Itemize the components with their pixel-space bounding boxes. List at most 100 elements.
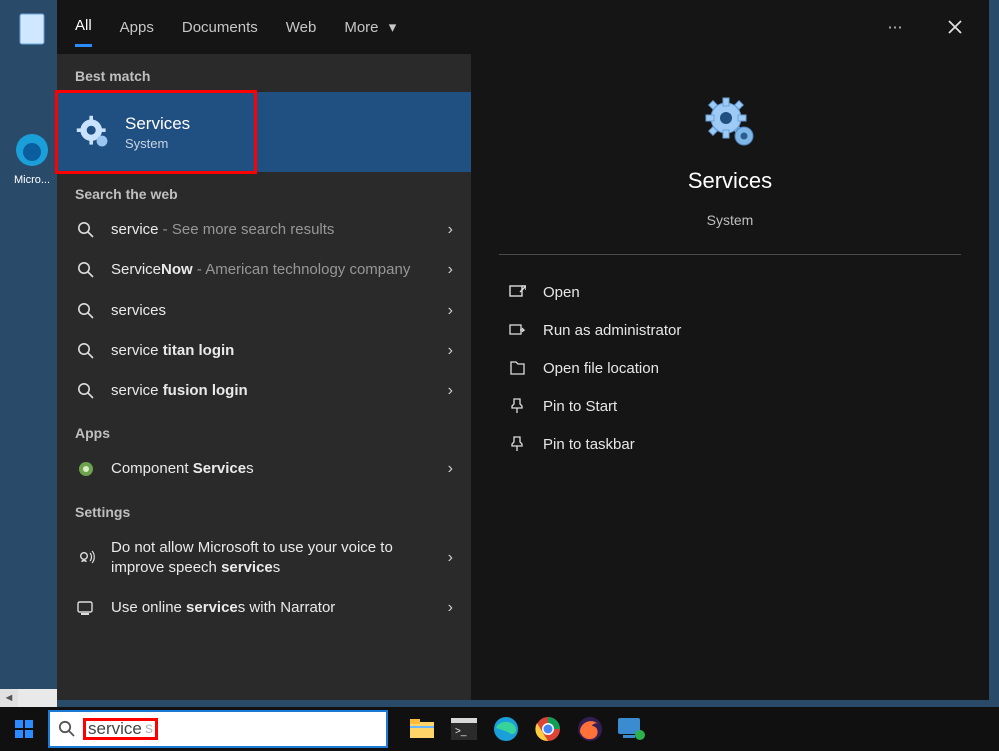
pin-icon xyxy=(507,397,527,415)
file-explorer-icon xyxy=(409,718,435,740)
search-icon xyxy=(75,302,97,320)
ellipsis-icon: ⋯ xyxy=(888,18,903,36)
search-tabs: All Apps Documents Web More ▾ ⋯ xyxy=(57,0,989,54)
search-icon xyxy=(75,221,97,239)
desktop-item-recycle-bin[interactable] xyxy=(8,8,56,52)
web-result-services[interactable]: services › xyxy=(57,291,471,331)
action-label: Pin to taskbar xyxy=(543,436,635,453)
result-text: service fusion login xyxy=(111,381,434,401)
chevron-right-icon: › xyxy=(448,382,453,400)
result-text: Do not allow Microsoft to use your voice… xyxy=(111,538,434,579)
result-text: service titan login xyxy=(111,341,434,361)
chevron-right-icon: › xyxy=(448,460,453,478)
search-icon xyxy=(75,382,97,400)
tab-all[interactable]: All xyxy=(75,7,92,47)
action-label: Pin to Start xyxy=(543,398,617,415)
search-icon xyxy=(75,261,97,279)
search-highlight: s xyxy=(84,719,157,739)
result-text: Component Services xyxy=(111,459,434,479)
start-button[interactable] xyxy=(0,707,48,751)
result-text: Use online services with Narrator xyxy=(111,598,434,618)
section-best-match: Best match xyxy=(57,54,471,92)
setting-speech-services[interactable]: Do not allow Microsoft to use your voice… xyxy=(57,528,471,589)
tab-documents[interactable]: Documents xyxy=(182,9,258,46)
narrator-icon xyxy=(75,598,97,618)
svg-text:>_: >_ xyxy=(455,726,467,737)
action-open-location[interactable]: Open file location xyxy=(499,349,961,387)
section-settings: Settings xyxy=(57,490,471,528)
section-apps: Apps xyxy=(57,411,471,449)
folder-icon xyxy=(507,359,527,377)
taskbar-firefox[interactable] xyxy=(574,713,606,745)
admin-icon xyxy=(507,321,527,339)
app-result-component-services[interactable]: Component Services › xyxy=(57,449,471,489)
tab-more[interactable]: More ▾ xyxy=(344,8,396,46)
chevron-right-icon: › xyxy=(448,342,453,360)
tab-web[interactable]: Web xyxy=(286,9,317,46)
component-services-icon xyxy=(75,460,97,478)
taskbar-search-box[interactable]: s xyxy=(48,710,388,748)
result-text: service - See more search results xyxy=(111,220,434,240)
result-text: services xyxy=(111,301,434,321)
search-icon xyxy=(75,342,97,360)
close-button[interactable] xyxy=(939,11,971,43)
search-suggestion-tail: s xyxy=(145,720,153,738)
chevron-right-icon: › xyxy=(448,599,453,617)
setting-narrator-services[interactable]: Use online services with Narrator › xyxy=(57,588,471,628)
search-icon xyxy=(58,720,76,738)
horizontal-scrollbar[interactable]: ◄ xyxy=(0,689,57,707)
close-icon xyxy=(947,19,963,35)
action-open[interactable]: Open xyxy=(499,273,961,311)
open-icon xyxy=(507,283,527,301)
taskbar-remote-desktop[interactable] xyxy=(616,713,648,745)
desktop-item-edge[interactable]: Micro... xyxy=(8,130,56,186)
recycle-bin-icon xyxy=(12,8,52,48)
desktop-item-label: Micro... xyxy=(8,174,56,186)
taskbar-edge[interactable] xyxy=(490,713,522,745)
taskbar-chrome[interactable] xyxy=(532,713,564,745)
pin-icon xyxy=(507,435,527,453)
action-pin-start[interactable]: Pin to Start xyxy=(499,387,961,425)
tab-more-label: More xyxy=(344,19,378,36)
firefox-icon xyxy=(577,716,603,742)
preview-pane: Services System Open Run as administrato… xyxy=(471,54,989,700)
terminal-icon: >_ xyxy=(451,718,477,740)
more-options-button[interactable]: ⋯ xyxy=(879,11,911,43)
taskbar-explorer[interactable] xyxy=(406,713,438,745)
chevron-right-icon: › xyxy=(448,221,453,239)
taskbar-terminal[interactable]: >_ xyxy=(448,713,480,745)
section-search-web: Search the web xyxy=(57,172,471,210)
web-result-service[interactable]: service - See more search results › xyxy=(57,210,471,250)
edge-icon xyxy=(12,130,52,170)
chevron-down-icon: ▾ xyxy=(389,19,397,36)
remote-desktop-icon xyxy=(617,717,647,741)
web-result-titan-login[interactable]: service titan login › xyxy=(57,331,471,371)
chevron-right-icon: › xyxy=(448,302,453,320)
chevron-right-icon: › xyxy=(448,549,453,567)
results-pane: Best match Services System Search the we… xyxy=(57,54,471,700)
action-label: Open xyxy=(543,284,580,301)
highlight-box xyxy=(57,92,255,172)
edge-icon xyxy=(493,716,519,742)
web-result-servicenow[interactable]: ServiceNow - American technology company… xyxy=(57,250,471,290)
preview-title: Services xyxy=(688,168,772,194)
preview-subtitle: System xyxy=(707,212,754,228)
voice-icon xyxy=(75,548,97,568)
tab-apps[interactable]: Apps xyxy=(120,9,154,46)
action-label: Open file location xyxy=(543,360,659,377)
services-gear-large-icon xyxy=(702,94,758,150)
search-flyout: All Apps Documents Web More ▾ ⋯ Best mat… xyxy=(57,0,989,700)
action-run-admin[interactable]: Run as administrator xyxy=(499,311,961,349)
scroll-left-arrow-icon[interactable]: ◄ xyxy=(0,689,18,707)
best-match-result[interactable]: Services System xyxy=(57,92,471,172)
search-input[interactable] xyxy=(88,719,148,739)
chevron-right-icon: › xyxy=(448,261,453,279)
windows-logo-icon xyxy=(15,720,33,738)
action-pin-taskbar[interactable]: Pin to taskbar xyxy=(499,425,961,463)
result-text: ServiceNow - American technology company xyxy=(111,260,434,280)
taskbar-apps: >_ xyxy=(406,713,648,745)
action-label: Run as administrator xyxy=(543,322,681,339)
taskbar: s >_ xyxy=(0,707,999,751)
web-result-fusion-login[interactable]: service fusion login › xyxy=(57,371,471,411)
chrome-icon xyxy=(535,716,561,742)
